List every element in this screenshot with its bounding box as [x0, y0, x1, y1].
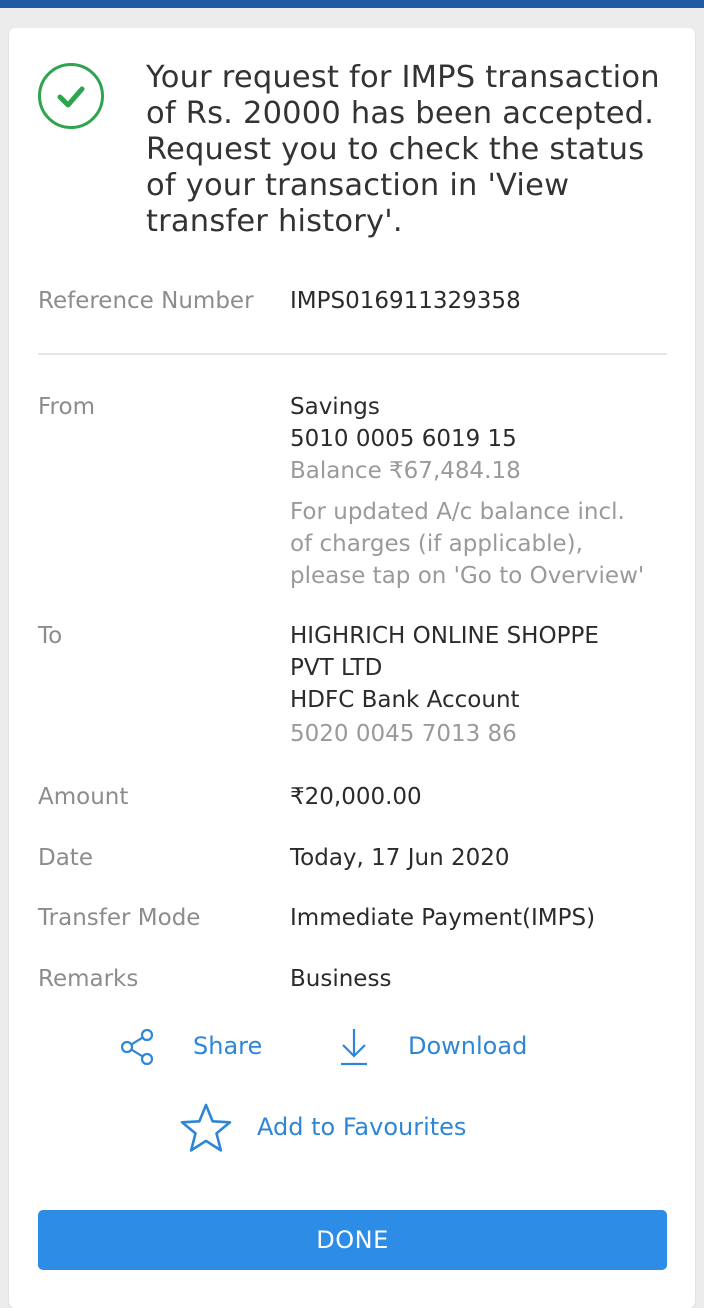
download-button[interactable]: Download: [408, 1030, 527, 1062]
confirmation-message: Your request for IMPS transaction of Rs.…: [146, 60, 660, 239]
transfer-mode-value: Immediate Payment(IMPS): [290, 905, 596, 931]
share-icon[interactable]: [119, 1028, 155, 1070]
divider: [38, 353, 667, 355]
amount-value: ₹20,000.00: [290, 784, 422, 810]
star-icon[interactable]: [178, 1102, 234, 1158]
payee-account-number: 5020 0045 7013 86: [290, 721, 517, 747]
to-label: To: [38, 623, 63, 649]
add-to-favourites-button[interactable]: Add to Favourites: [257, 1111, 466, 1143]
from-balance: Balance ₹67,484.18: [290, 458, 521, 484]
transfer-mode-label: Transfer Mode: [38, 905, 201, 931]
reference-number-value: IMPS016911329358: [290, 288, 521, 314]
share-button[interactable]: Share: [193, 1030, 262, 1062]
success-check-icon: [38, 63, 104, 129]
reference-number-label: Reference Number: [38, 288, 254, 314]
remarks-value: Business: [290, 966, 392, 992]
amount-label: Amount: [38, 784, 129, 810]
balance-note-line2: of charges (if applicable),: [290, 531, 583, 557]
top-app-bar: [0, 0, 704, 8]
payee-bank: HDFC Bank Account: [290, 687, 520, 713]
from-label: From: [38, 394, 95, 420]
done-button[interactable]: DONE: [38, 1210, 667, 1270]
payee-name-line2: PVT LTD: [290, 655, 383, 681]
download-icon[interactable]: [338, 1026, 370, 1072]
payee-name-line1: HIGHRICH ONLINE SHOPPE: [290, 623, 599, 649]
from-account-number: 5010 0005 6019 15: [290, 426, 517, 452]
balance-note-line1: For updated A/c balance incl.: [290, 499, 625, 525]
balance-note-line3: please tap on 'Go to Overview': [290, 563, 645, 589]
from-account-type: Savings: [290, 394, 380, 420]
date-value: Today, 17 Jun 2020: [290, 845, 510, 871]
remarks-label: Remarks: [38, 966, 139, 992]
date-label: Date: [38, 845, 93, 871]
